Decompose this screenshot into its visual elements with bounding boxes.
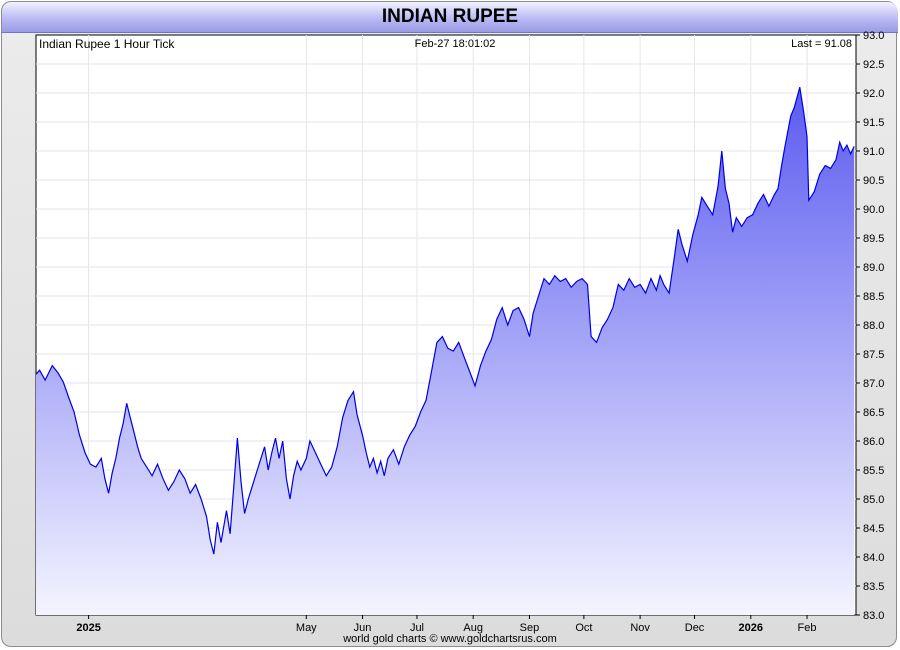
y-tick-label: 91.0 [863, 146, 884, 158]
y-tick-label: 88.0 [863, 320, 884, 332]
y-tick-label: 90.5 [863, 175, 884, 187]
y-tick-label: 84.0 [863, 552, 884, 564]
y-tick-label: 89.0 [863, 262, 884, 274]
caption-timestamp: Feb-27 18:01:02 [415, 38, 496, 50]
y-tick-label: 85.5 [863, 465, 884, 477]
y-tick-label: 86.0 [863, 436, 884, 448]
y-tick-label: 83.5 [863, 581, 884, 593]
footer-credit: world gold charts © www.goldchartsrus.co… [343, 633, 557, 645]
y-tick-label: 93.0 [863, 30, 884, 42]
y-tick-label: 92.0 [863, 88, 884, 100]
y-tick-label: 89.5 [863, 233, 884, 245]
y-tick-label: 83.0 [863, 610, 884, 622]
y-tick-label: 91.5 [863, 117, 884, 129]
caption-left: Indian Rupee 1 Hour Tick [39, 37, 175, 51]
y-tick-label: 87.0 [863, 378, 884, 390]
y-tick-label: 84.5 [863, 523, 884, 535]
y-tick-label: 92.5 [863, 59, 884, 71]
y-tick-label: 88.5 [863, 291, 884, 303]
y-tick-label: 90.0 [863, 204, 884, 216]
y-tick-label: 86.5 [863, 407, 884, 419]
y-tick-label: 87.5 [863, 349, 884, 361]
y-tick-label: 85.0 [863, 494, 884, 506]
rupee-chart: 93.0 92.5 92.0 91.5 91.0 90.5 90.0 89.5 89.0 88.5… [35, 30, 884, 634]
caption-last-value: Last = 91.08 [791, 38, 852, 50]
